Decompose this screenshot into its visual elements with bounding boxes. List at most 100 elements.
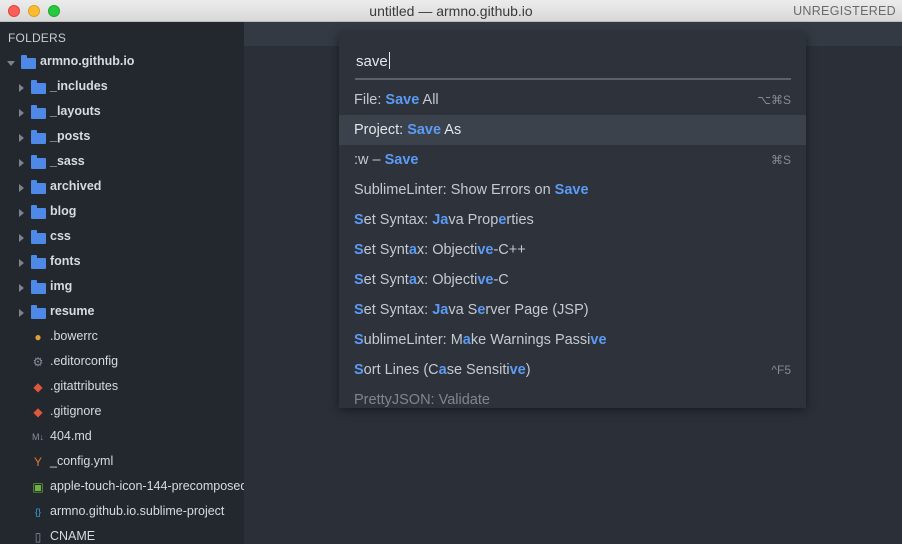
tree-folder-item[interactable]: _posts	[0, 125, 244, 150]
disclosure-closed-icon[interactable]	[19, 284, 24, 292]
command-result-item[interactable]: :w – Save ⌘S	[339, 145, 806, 175]
sidebar: FOLDERS armno.github.io _includes _layouts…	[0, 22, 244, 544]
tree-file-label: .gitignore	[50, 404, 102, 418]
folder-icon	[31, 205, 46, 219]
title-bar: untitled — armno.github.io UNREGISTERED	[0, 0, 902, 22]
tree-file-item[interactable]: ◆ .gitignore	[0, 400, 244, 425]
disclosure-open-icon[interactable]	[7, 61, 15, 66]
tree-folder-item[interactable]: _layouts	[0, 100, 244, 125]
text-caret	[388, 52, 390, 69]
tree-file-label: .gitattributes	[50, 379, 119, 393]
match-highlight: S	[354, 242, 364, 258]
sidebar-header: FOLDERS	[8, 31, 67, 45]
command-result-item[interactable]: Project: Save As	[339, 115, 806, 145]
label-text: SublimeLinter: Show Errors on	[354, 182, 555, 198]
tree-file-item[interactable]: ▯ CNAME	[0, 525, 244, 544]
license-status: UNREGISTERED	[793, 4, 896, 18]
tree-folder-label: _layouts	[50, 104, 101, 118]
tree-folder-item[interactable]: archived	[0, 175, 244, 200]
json-braces-icon: {}	[34, 507, 41, 517]
match-highlight: Ja	[432, 212, 449, 228]
tree-folder-item[interactable]: _sass	[0, 150, 244, 175]
command-result-item[interactable]: PrettyJSON: Validate	[339, 385, 806, 408]
match-highlight: ve	[590, 332, 607, 348]
label-text: x: Objecti	[416, 242, 478, 258]
command-result-item[interactable]: File: Save All ⌥⌘S	[339, 85, 806, 115]
command-result-label: Set Syntax: Objective-C	[354, 272, 509, 288]
command-result-label: SublimeLinter: Make Warnings Passive	[354, 332, 607, 348]
image-icon: ▣	[32, 480, 44, 494]
match-highlight: ve	[477, 272, 494, 288]
label-text: Project:	[354, 122, 408, 138]
command-result-item[interactable]: Set Syntax: Java Server Page (JSP)	[339, 295, 806, 325]
disclosure-closed-icon[interactable]	[19, 184, 24, 192]
tree-folder-item[interactable]: fonts	[0, 250, 244, 275]
command-result-item[interactable]: Set Syntax: Objective-C++	[339, 235, 806, 265]
folder-icon	[31, 80, 46, 94]
command-result-label: PrettyJSON: Validate	[354, 392, 490, 408]
tree-folder-item[interactable]: css	[0, 225, 244, 250]
label-text: et Syntax:	[363, 212, 433, 228]
command-result-item[interactable]: SublimeLinter: Make Warnings Passive	[339, 325, 806, 355]
keyboard-shortcut: ⌘S	[770, 153, 791, 167]
command-result-item[interactable]: Set Syntax: Objective-C	[339, 265, 806, 295]
tree-folder-item[interactable]: blog	[0, 200, 244, 225]
command-result-item[interactable]: SublimeLinter: Show Errors on Save	[339, 175, 806, 205]
tree-file-item[interactable]: Y _config.yml	[0, 450, 244, 475]
tree-file-item[interactable]: ● .bowerrc	[0, 325, 244, 350]
tree-file-item[interactable]: M↓ 404.md	[0, 425, 244, 450]
label-text: et Synt	[363, 272, 409, 288]
tree-root-folder[interactable]: armno.github.io	[0, 50, 244, 75]
match-highlight: ve	[509, 362, 526, 378]
disclosure-closed-icon[interactable]	[19, 84, 24, 92]
label-text: ublimeLinter: M	[363, 332, 463, 348]
match-highlight: S	[354, 212, 364, 228]
disclosure-closed-icon[interactable]	[19, 209, 24, 217]
tree-folder-label: _includes	[50, 79, 108, 93]
disclosure-closed-icon[interactable]	[19, 159, 24, 167]
match-highlight: S	[354, 272, 364, 288]
tree-file-item[interactable]: ◆ .gitattributes	[0, 375, 244, 400]
command-result-label: Set Syntax: Objective-C++	[354, 242, 526, 258]
match-highlight: Save	[554, 182, 589, 198]
label-text: va S	[448, 302, 478, 318]
tree-folder-label: fonts	[50, 254, 81, 268]
tree-file-label: _config.yml	[50, 454, 114, 468]
yaml-icon: Y	[33, 455, 42, 469]
disclosure-closed-icon[interactable]	[19, 134, 24, 142]
folder-icon	[21, 55, 36, 69]
tree-folder-item[interactable]: _includes	[0, 75, 244, 100]
tree-folder-item[interactable]: img	[0, 275, 244, 300]
tree-folder-item[interactable]: resume	[0, 300, 244, 325]
disclosure-closed-icon[interactable]	[19, 259, 24, 267]
command-result-item[interactable]: Set Syntax: Java Properties	[339, 205, 806, 235]
tree-root-label: armno.github.io	[40, 54, 135, 68]
tree-file-label: CNAME	[50, 529, 96, 543]
tree-file-item[interactable]: {} armno.github.io.sublime-project	[0, 500, 244, 525]
disclosure-closed-icon[interactable]	[19, 109, 24, 117]
file-icon: ▯	[34, 530, 42, 544]
tree-file-label: .bowerrc	[50, 329, 98, 343]
folder-icon	[31, 305, 46, 319]
label-text: rties	[506, 212, 534, 228]
label-text: et Synt	[363, 242, 409, 258]
command-result-item[interactable]: Sort Lines (Case Sensitive) ^F5	[339, 355, 806, 385]
match-highlight: S	[354, 362, 364, 378]
folder-icon	[31, 155, 46, 169]
match-highlight: a	[462, 332, 471, 348]
command-result-label: File: Save All	[354, 92, 439, 108]
label-text: ke Warnings Passi	[470, 332, 591, 348]
disclosure-closed-icon[interactable]	[19, 234, 24, 242]
command-result-label: Set Syntax: Java Server Page (JSP)	[354, 302, 589, 318]
tree-file-item[interactable]: ▣ apple-touch-icon-144-precomposed.png	[0, 475, 244, 500]
markdown-icon: M↓	[32, 432, 44, 442]
label-text: )	[525, 362, 531, 378]
command-results-list: File: Save All ⌥⌘S Project: Save As:w – Sa…	[339, 85, 806, 408]
label-text: :w –	[354, 152, 385, 168]
query-text: save	[356, 53, 388, 70]
command-palette-input[interactable]: save	[355, 50, 791, 80]
tree-folder-label: resume	[50, 304, 95, 318]
disclosure-closed-icon[interactable]	[19, 309, 24, 317]
label-text: As	[441, 122, 462, 138]
tree-file-item[interactable]: ⚙ .editorconfig	[0, 350, 244, 375]
